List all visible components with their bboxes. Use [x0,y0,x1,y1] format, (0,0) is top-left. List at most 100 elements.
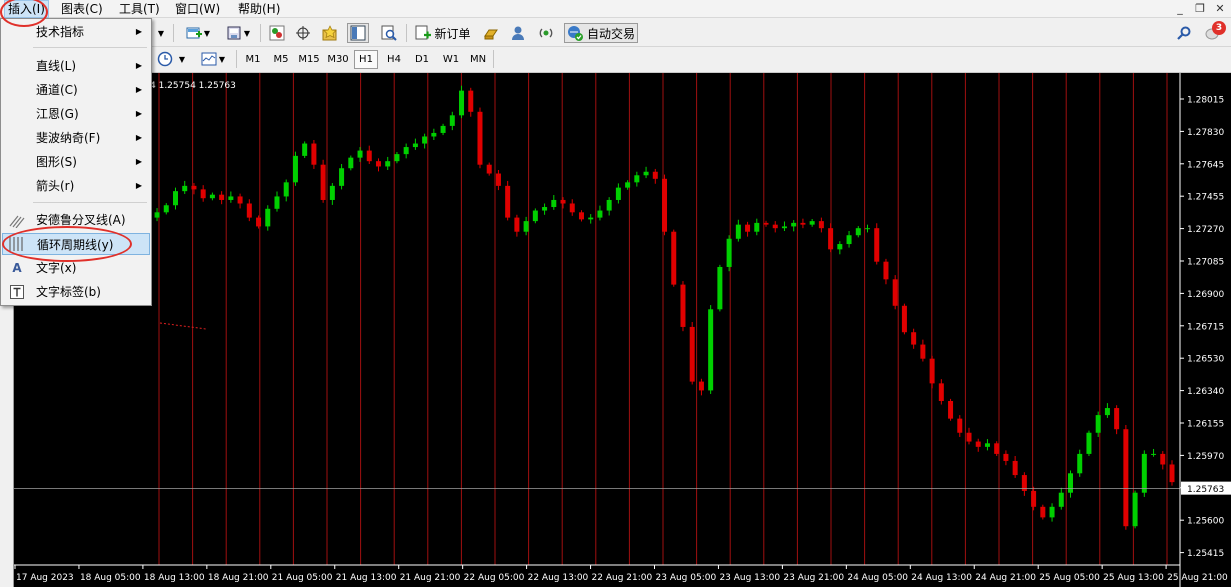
price-tick-label: 1.25415 [1187,549,1224,559]
candle-body [671,231,677,285]
candle-body [929,358,935,384]
timeframe-h1[interactable]: H1 [354,50,378,69]
candle-body [800,222,806,225]
menu-help[interactable]: 帮助(H) [235,1,283,17]
candle-body [606,199,612,211]
minimize-icon[interactable]: _ [1172,1,1188,16]
candle-body [431,132,437,137]
candle-body [486,164,492,174]
candle-body [1086,432,1092,454]
candle-body [975,441,981,447]
candle-body [901,305,907,333]
menu-item-fibonacci[interactable]: 斐波纳奇(F) ▶ [2,127,150,149]
menu-charts[interactable]: 图表(C) [58,1,106,17]
timeframe-m30[interactable]: M30 [325,50,351,69]
menu-item-gann[interactable]: 江恩(G) ▶ [2,103,150,125]
menu-item-label: 文字标签(b) [36,285,101,299]
timeframe-mn[interactable]: MN [466,50,490,69]
candle-body [920,344,926,359]
timeframe-h4[interactable]: H4 [382,50,406,69]
time-tick-label: 22 Aug 21:00 [592,573,653,583]
timeframe-d1[interactable]: D1 [410,50,434,69]
market-watch-button[interactable] [266,23,288,43]
menu-item-channels[interactable]: 通道(C) ▶ [2,79,150,101]
account-button[interactable] [507,23,529,43]
templates-button[interactable]: ▼ [195,49,231,69]
crosshair-icon [295,25,311,41]
crosshair-button[interactable] [292,23,314,43]
time-tick-label: 23 Aug 13:00 [719,573,780,583]
close-icon[interactable]: ✕ [1212,1,1228,16]
candle-body [154,212,160,218]
auto-trading-button[interactable]: 自动交易 [564,23,638,43]
price-chart[interactable]: 4 1.25754 1.25763 1.28015 1.27830 1.27645 1.… [14,73,1231,587]
trend-line [159,322,207,330]
timeframe-m5[interactable]: M5 [269,50,293,69]
candle-body [1151,453,1157,455]
candle-body [551,199,557,208]
time-tick-label: 25 Aug 13:00 [1103,573,1164,583]
candle-body [726,238,732,267]
menu-item-arrows[interactable]: 箭头(r) ▶ [2,175,150,197]
candle-body [680,284,686,327]
periodicity-dropdown-icon[interactable]: ▼ [176,49,188,69]
annotation-ring-cycle-lines [2,226,132,262]
text-label-icon [9,284,25,300]
price-tick-label: 1.26715 [1187,322,1224,332]
strategy-tester-button[interactable] [378,23,400,43]
favorites-button[interactable] [319,23,341,43]
candle-body [1141,453,1147,493]
candle-body [597,210,603,218]
restore-icon[interactable]: ❐ [1192,1,1208,16]
candle-body [283,182,289,197]
timeframe-w1[interactable]: W1 [438,50,464,69]
search-button[interactable] [1174,23,1194,43]
new-order-button[interactable]: 新订单 [413,23,473,43]
candle-body [265,208,271,227]
navigator-button[interactable] [347,23,369,43]
candle-body [1031,490,1037,507]
dropdown-arrow-icon[interactable]: ▼ [154,23,168,43]
candle-body [837,244,843,250]
candle-body [468,90,474,112]
menu-item-shapes[interactable]: 图形(S) ▶ [2,151,150,173]
candle-body [200,189,206,199]
timeframe-m15[interactable]: M15 [296,50,322,69]
signals-button[interactable] [535,23,557,43]
profiles-button[interactable]: ▼ [220,23,256,43]
periodicity-button[interactable] [154,49,176,69]
candle-body [1160,453,1166,465]
price-tick-label: 1.27085 [1187,258,1224,268]
andrews-pitchfork-icon [9,212,25,229]
candle-body [329,185,335,200]
gold-button[interactable] [480,23,502,43]
menu-tools[interactable]: 工具(T) [116,1,163,17]
new-order-icon [415,25,432,41]
terminal-window: 插入(I) 图表(C) 工具(T) 窗口(W) 帮助(H) _ ❐ ✕ ▼ ▼ … [0,0,1231,587]
candle-body [689,326,695,382]
candle-body [818,221,824,229]
price-tick-label: 1.26155 [1187,420,1224,430]
candle-body [246,203,252,218]
price-tick-label: 1.27455 [1187,193,1224,203]
timeframe-m1[interactable]: M1 [242,50,264,69]
candle-body [772,224,778,229]
candle-body [477,111,483,165]
candle-body [560,199,566,204]
candle-body [717,266,723,310]
candle-body [1123,429,1129,527]
menu-item-lines[interactable]: 直线(L) ▶ [2,55,150,77]
candle-body [292,155,298,183]
signal-icon [538,25,554,41]
candle-body [615,187,621,200]
menu-item-text-label[interactable]: 文字标签(b) [2,281,150,303]
time-tick-label: 17 Aug 2023 [16,573,74,583]
new-chart-button[interactable]: ▼ [180,23,216,43]
notifications-button[interactable]: 3 [1200,21,1226,43]
menu-window[interactable]: 窗口(W) [172,1,223,17]
candle-body [698,381,704,391]
standard-toolbar: ▼ ▼ ▼ 新订单 自动交易 3 [0,19,1231,47]
candle-body [994,443,1000,454]
candle-body [984,443,990,447]
magnifier-doc-icon [381,25,397,41]
